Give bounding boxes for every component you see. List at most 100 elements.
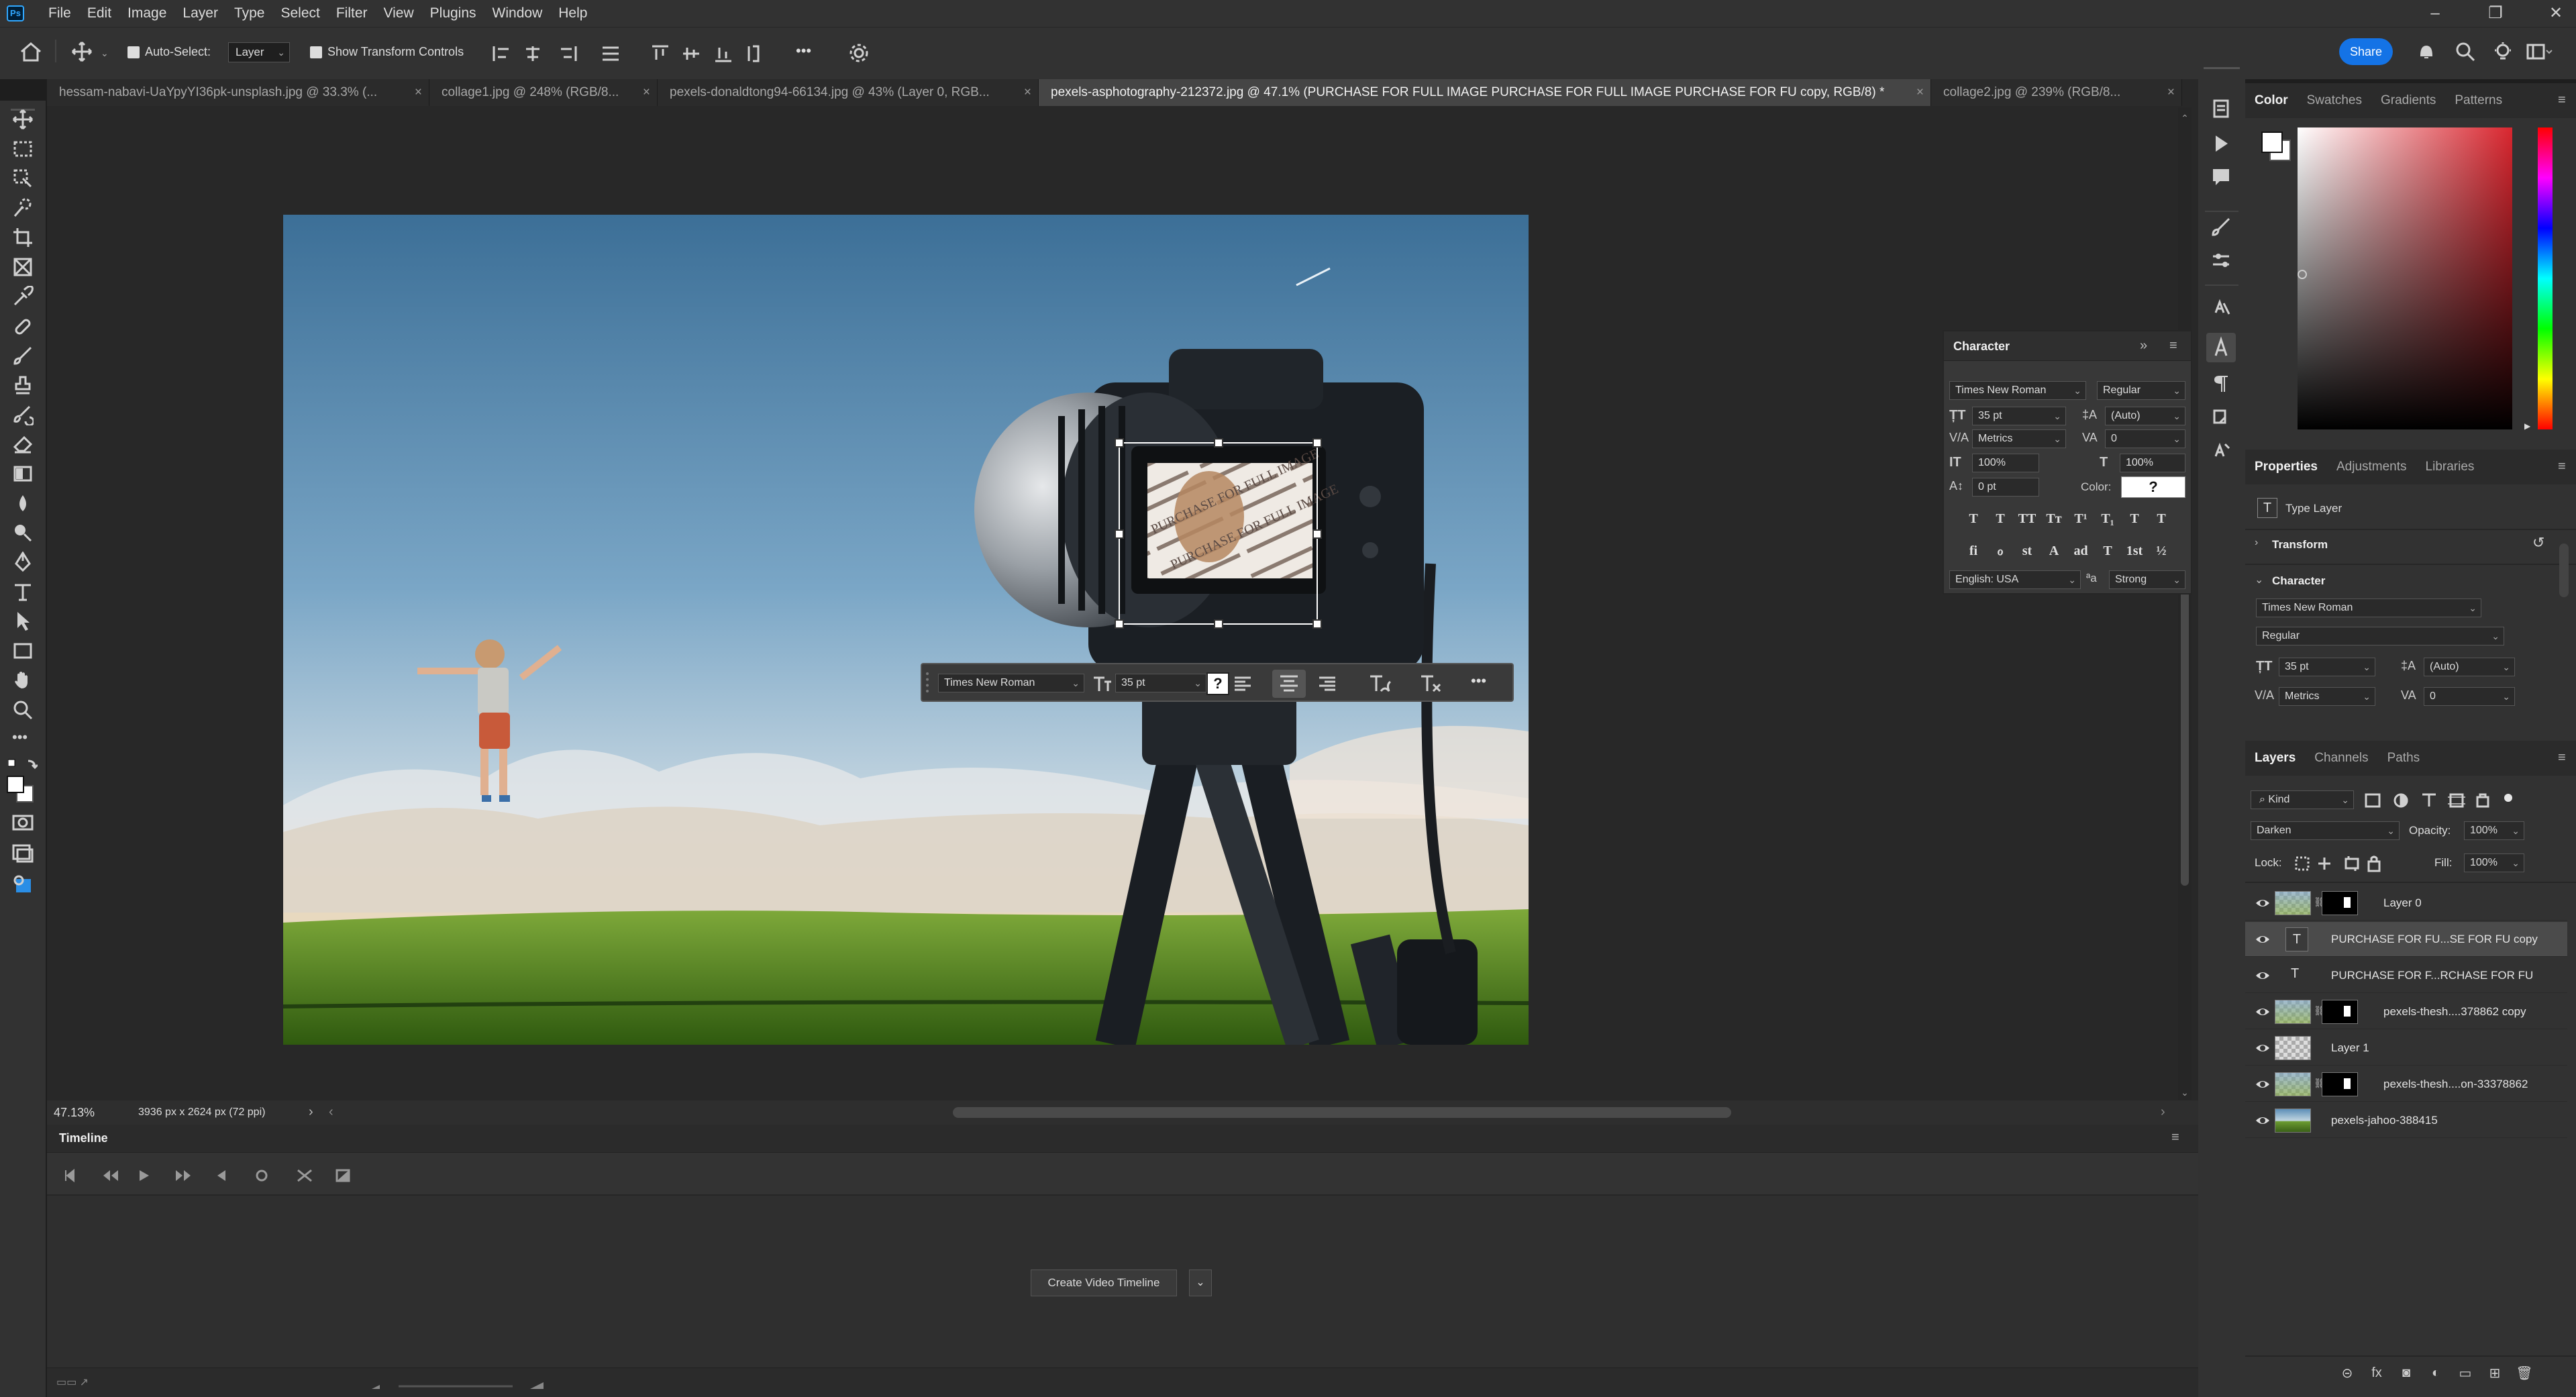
status-info-arrow[interactable]: ›: [309, 1104, 313, 1120]
opentype-button[interactable]: T: [2094, 539, 2121, 562]
align-right-icon[interactable]: [1317, 675, 1337, 692]
timeline-footer-icons[interactable]: ▭▭ ↗: [56, 1376, 89, 1389]
properties-tab-adjustments[interactable]: Adjustments: [2327, 460, 2416, 474]
menu-view[interactable]: View: [376, 0, 422, 27]
discover-lightbulb-icon[interactable]: [2492, 41, 2514, 62]
transform-expand-icon[interactable]: ›: [2255, 537, 2258, 549]
char-vertical-scale-input[interactable]: 100%: [1972, 454, 2039, 472]
path-selection-tool-icon[interactable]: [12, 611, 34, 632]
layer-row[interactable]: pexels-jahoo-388415: [2245, 1103, 2567, 1138]
timeline-zoom-slider[interactable]: [372, 1380, 546, 1393]
clone-stamp-tool-icon[interactable]: [12, 374, 34, 396]
rectangle-tool-icon[interactable]: [12, 640, 34, 662]
object-selection-tool-icon[interactable]: [12, 168, 34, 189]
align-center-button-selected[interactable]: [1272, 670, 1306, 698]
character-panel-icon[interactable]: [2206, 333, 2236, 362]
brush-tool-icon[interactable]: [12, 345, 34, 366]
menu-help[interactable]: Help: [550, 0, 595, 27]
context-font-dropdown[interactable]: Times New Roman ⌄: [938, 674, 1084, 692]
tab-close-icon[interactable]: ×: [2167, 79, 2175, 106]
char-color-swatch[interactable]: ?: [2121, 476, 2185, 498]
faux-style-button[interactable]: T: [1987, 507, 2014, 530]
faux-style-button[interactable]: T: [2121, 507, 2148, 530]
timeline-menu-icon[interactable]: ≡: [2171, 1130, 2179, 1145]
faux-style-button[interactable]: T: [1960, 507, 1987, 530]
layer-filter-icons[interactable]: [2363, 792, 2518, 809]
add-mask-icon[interactable]: ◙: [2391, 1365, 2421, 1381]
layer-row[interactable]: T PURCHASE FOR FU...SE FOR FU copy: [2245, 922, 2567, 957]
search-icon[interactable]: [2455, 41, 2476, 62]
char-language-dropdown[interactable]: English: USA ⌄: [1949, 570, 2081, 589]
prop-font-family-dropdown[interactable]: Times New Roman ⌄: [2256, 599, 2481, 617]
edit-toolbar-icon[interactable]: •••: [12, 729, 34, 750]
auto-select-checkbox[interactable]: [127, 46, 140, 58]
menu-layer[interactable]: Layer: [174, 0, 226, 27]
new-layer-icon[interactable]: ⊞: [2480, 1365, 2510, 1382]
lock-icons[interactable]: [2295, 855, 2416, 872]
hand-tool-icon[interactable]: [12, 670, 34, 691]
document-tab[interactable]: collage1.jpg @ 248% (RGB/8... ×: [429, 79, 658, 106]
tab-close-icon[interactable]: ×: [1024, 79, 1031, 106]
fill-input[interactable]: 100% ⌄: [2464, 853, 2524, 872]
character-collapse-icon[interactable]: ⌄: [2255, 573, 2263, 586]
visibility-eye-icon[interactable]: [2255, 896, 2271, 910]
collapse-panel-icon[interactable]: »: [2140, 338, 2147, 354]
more-options-button[interactable]: •••: [796, 42, 811, 60]
layer-row[interactable]: Layer 1: [2245, 1031, 2567, 1066]
timeline-mode-dropdown[interactable]: ⌄: [1189, 1270, 1212, 1296]
history-brush-tool-icon[interactable]: [12, 404, 34, 425]
visibility-eye-icon[interactable]: [2255, 1078, 2271, 1091]
workspace-layout-icon[interactable]: [2526, 41, 2553, 62]
menu-window[interactable]: Window: [484, 0, 551, 27]
share-artboard-icon[interactable]: [12, 874, 34, 895]
zoom-level[interactable]: 47.13%: [54, 1106, 95, 1120]
menu-type[interactable]: Type: [226, 0, 273, 27]
prop-size-dropdown[interactable]: 35 pt ⌄: [2279, 658, 2375, 676]
char-font-style-dropdown[interactable]: Regular ⌄: [2097, 381, 2185, 400]
properties-menu-icon[interactable]: ≡: [2558, 459, 2566, 474]
show-transform-checkbox[interactable]: [310, 46, 322, 58]
align-left-icon[interactable]: [1233, 675, 1253, 692]
layer-row[interactable]: ⛓ Layer 0: [2245, 886, 2567, 921]
color-tab-gradients[interactable]: Gradients: [2371, 93, 2445, 108]
adjustments-sliders-icon[interactable]: [2210, 250, 2232, 271]
properties-scrollbar[interactable]: [2559, 544, 2569, 597]
actions-play-icon[interactable]: [2210, 133, 2232, 154]
color-picker-field[interactable]: [2298, 127, 2512, 429]
panel-menu-icon[interactable]: ≡: [2169, 338, 2177, 354]
paragraph-styles-icon[interactable]: [2210, 440, 2232, 462]
color-tab-patterns[interactable]: Patterns: [2445, 93, 2512, 108]
eyedropper-tool-icon[interactable]: [12, 286, 34, 307]
faux-style-button[interactable]: T¹: [2067, 507, 2094, 530]
hscroll-right-arrow[interactable]: ›: [2161, 1104, 2165, 1120]
properties-tab-libraries[interactable]: Libraries: [2416, 460, 2484, 474]
frame-tool-icon[interactable]: [12, 256, 34, 278]
pen-tool-icon[interactable]: [12, 552, 34, 573]
layer-mask-thumbnail[interactable]: [2322, 891, 2358, 915]
layers-menu-icon[interactable]: ≡: [2558, 750, 2566, 766]
opentype-button[interactable]: 1st: [2121, 539, 2148, 562]
transform-section-label[interactable]: Transform: [2272, 538, 2328, 552]
properties-tab-properties[interactable]: Properties: [2245, 460, 2327, 474]
layers-tab-layers[interactable]: Layers: [2245, 751, 2305, 766]
delete-layer-icon[interactable]: 🗑: [2510, 1365, 2539, 1382]
layer-row[interactable]: ⛓ pexels-thesh....378862 copy: [2245, 994, 2567, 1029]
color-foreground-swatch[interactable]: [2261, 132, 2283, 153]
opentype-button[interactable]: ½: [2148, 539, 2175, 562]
document-tab-active[interactable]: pexels-asphotography-212372.jpg @ 47.1% …: [1039, 79, 1931, 106]
create-video-timeline-button[interactable]: Create Video Timeline: [1031, 1270, 1177, 1296]
menu-edit[interactable]: Edit: [79, 0, 119, 27]
char-baseline-shift-input[interactable]: 0 pt: [1972, 478, 2039, 497]
swap-colors-icon[interactable]: [8, 758, 38, 772]
color-tab-color[interactable]: Color: [2245, 93, 2298, 108]
document-tab[interactable]: collage2.jpg @ 239% (RGB/8... ×: [1931, 79, 2182, 106]
char-font-family-dropdown[interactable]: Times New Roman ⌄: [1949, 381, 2086, 400]
opentype-button[interactable]: ad: [2067, 539, 2094, 562]
opacity-input[interactable]: 100% ⌄: [2464, 821, 2524, 840]
reset-transform-icon[interactable]: ↺: [2532, 534, 2544, 552]
comments-icon[interactable]: [2210, 166, 2232, 188]
menu-file[interactable]: File: [40, 0, 79, 27]
layer-row[interactable]: ⛓ pexels-thesh....on-33378862: [2245, 1067, 2567, 1102]
layer-mask-thumbnail[interactable]: [2322, 1072, 2358, 1096]
color-tab-swatches[interactable]: Swatches: [2298, 93, 2371, 108]
